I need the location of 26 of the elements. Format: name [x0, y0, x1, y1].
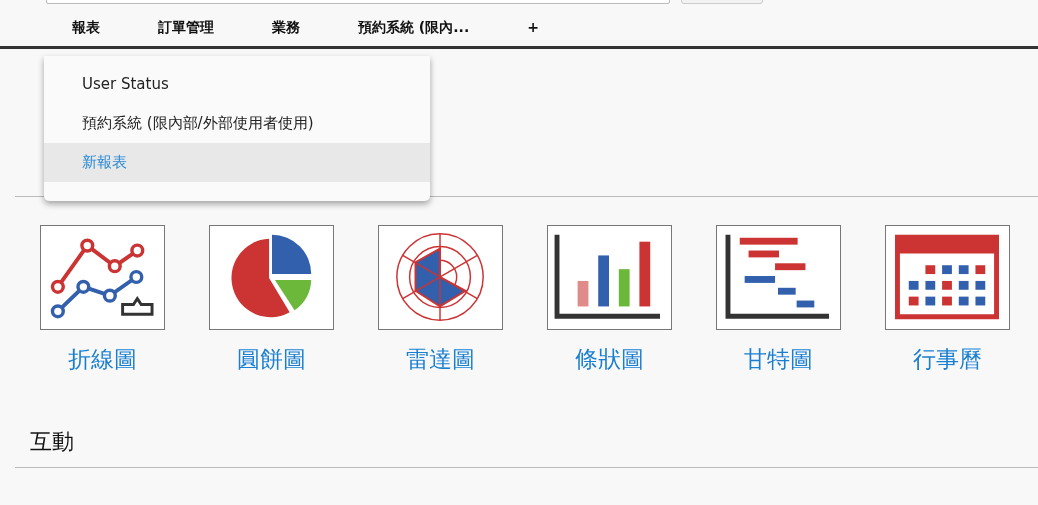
menu-item[interactable]: User Status — [44, 65, 430, 104]
section-heading: 互動 — [30, 428, 74, 456]
chart-type-thumbnail[interactable] — [885, 225, 1010, 330]
gantt-chart-icon — [725, 234, 829, 319]
calendar-icon — [895, 234, 999, 320]
chart-type-link[interactable]: 雷達圖 — [406, 344, 475, 375]
pie-chart-icon — [231, 234, 312, 318]
chart-type-thumbnail[interactable] — [547, 225, 672, 330]
chart-type-link[interactable]: 行事曆 — [913, 344, 982, 375]
chart-type-link[interactable]: 條狀圖 — [575, 344, 644, 375]
chart-type-link[interactable]: 圓餅圖 — [237, 344, 306, 375]
chart-type-thumbnail[interactable] — [378, 225, 503, 330]
chart-type-link[interactable]: 折線圖 — [68, 344, 137, 375]
nav-tab[interactable]: 報表 — [56, 16, 116, 38]
nav-tab[interactable]: 業務 — [256, 16, 316, 38]
nav-tab[interactable]: + — [511, 16, 555, 38]
nav-tab[interactable]: 預約系統 (限內... — [342, 16, 486, 38]
chart-type-link[interactable]: 甘特圖 — [744, 344, 813, 375]
line-chart-icon — [50, 238, 154, 319]
nav-tab[interactable]: 訂單管理 — [142, 16, 230, 38]
radar-chart-icon — [396, 233, 484, 321]
bar-chart-icon — [554, 234, 660, 319]
chart-type-thumbnail[interactable] — [209, 225, 334, 330]
menu-item[interactable]: 預約系統 (限內部/外部使用者使用) — [44, 104, 430, 143]
chart-type-thumbnail[interactable] — [716, 225, 841, 330]
chart-type-thumbnail[interactable] — [40, 225, 165, 330]
